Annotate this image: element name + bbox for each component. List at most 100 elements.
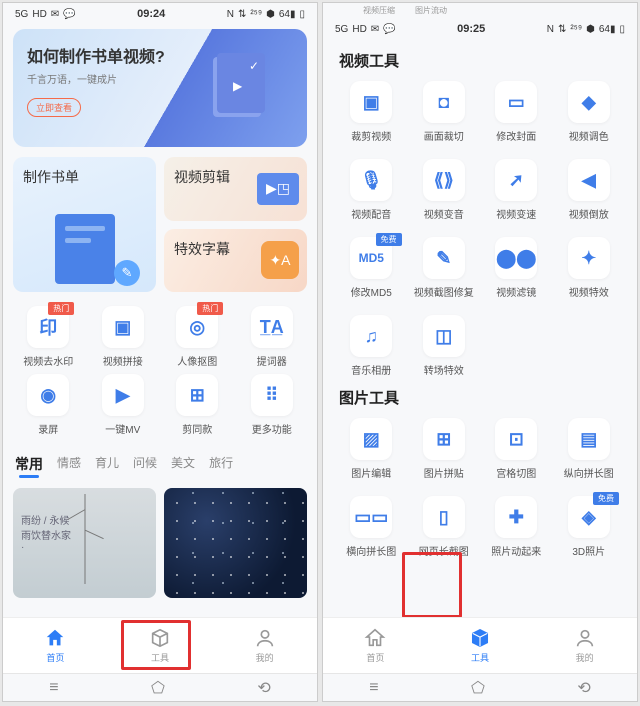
tool-icon: ⬤⬤: [495, 237, 537, 279]
badge: 热门: [48, 302, 74, 315]
video-tool-4[interactable]: 🎙视频配音: [337, 159, 406, 221]
template-card-2[interactable]: [164, 488, 307, 598]
screen-home: 5GHD ✉💬 09:24 N⇅ ²⁵⁹⬢ 64▮▯ 如何制作书单视频? 千言万…: [2, 2, 318, 702]
home-icon: [364, 627, 386, 649]
card-video-edit[interactable]: 视频剪辑 ▶◳: [164, 157, 307, 221]
image-tool-4[interactable]: ▭▭ 横向拼长图: [337, 496, 406, 558]
image-tool-2[interactable]: ⊡宫格切图: [482, 418, 551, 480]
home-tool-3[interactable]: T̲A̲提词器: [237, 306, 308, 368]
card-label: 制作书单: [23, 169, 79, 185]
hero-banner[interactable]: 如何制作书单视频? 千言万语，一键成片 立即查看: [13, 29, 307, 147]
template-card-1[interactable]: 雨纷 / 永候 雨饮替水家 ·: [13, 488, 156, 598]
home-tool-2[interactable]: 热门◎人像抠图: [162, 306, 233, 368]
nav-label: 我的: [576, 651, 594, 664]
home-tool-4[interactable]: ◉ 录屏: [13, 374, 84, 436]
person-icon: [574, 627, 596, 649]
home-icon[interactable]: ⬠: [151, 678, 165, 698]
home-tool-5[interactable]: ▶一键MV: [88, 374, 159, 436]
video-tool-2[interactable]: ▭修改封面: [482, 81, 551, 143]
tool-icon: ▨: [350, 418, 392, 460]
tool-label: 人像抠图: [177, 353, 217, 368]
tool-label: 视频去水印: [23, 353, 73, 368]
home-tool-6[interactable]: ⊞剪同款: [162, 374, 233, 436]
tool-icon: ▯: [423, 496, 465, 538]
system-nav: ≡ ⬠ ⟲: [3, 673, 317, 701]
video-tool-3[interactable]: ◆ 视频调色: [555, 81, 624, 143]
tool-label: 画面裁切: [424, 128, 464, 143]
nav-mine[interactable]: 我的: [254, 627, 276, 664]
tool-label: 图片编辑: [351, 465, 391, 480]
tool-icon: 🎙: [350, 159, 392, 201]
image-tool-0[interactable]: ▨ 图片编辑: [337, 418, 406, 480]
tool-label: 转场特效: [424, 362, 464, 377]
home-tool-0[interactable]: 热门印视频去水印: [13, 306, 84, 368]
video-tool-7[interactable]: ◀视频倒放: [555, 159, 624, 221]
tab-4[interactable]: 美文: [171, 454, 195, 478]
video-tool-5[interactable]: ⟪⟫视频变音: [410, 159, 479, 221]
tab-2[interactable]: 育儿: [95, 454, 119, 478]
nav-label: 首页: [366, 651, 384, 664]
cube-icon: [469, 627, 491, 649]
home-tool-1[interactable]: ▣视频拼接: [88, 306, 159, 368]
menu-icon[interactable]: ≡: [369, 679, 378, 697]
image-tool-1[interactable]: ⊞图片拼贴: [410, 418, 479, 480]
tool-label: 裁剪视频: [351, 128, 391, 143]
video-tool-11[interactable]: ✦视频特效: [555, 237, 624, 299]
tool-label: 宫格切图: [496, 465, 536, 480]
menu-icon[interactable]: ≡: [49, 679, 58, 697]
tab-0[interactable]: 常用: [15, 454, 43, 478]
image-tool-6[interactable]: ✚照片动起来: [482, 496, 551, 558]
video-tool-6[interactable]: ➚视频变速: [482, 159, 551, 221]
tool-label: 横向拼长图: [346, 543, 396, 558]
tool-icon: ▭▭: [350, 496, 392, 538]
tool-icon: ⊞: [176, 374, 218, 416]
video-tools-grid: ▣裁剪视频◘画面裁切▭修改封面 ◆ 视频调色 🎙视频配音⟪⟫视频变音➚视频变速◀视频倒…: [337, 81, 623, 377]
highlight-box: [121, 620, 191, 670]
home-icon[interactable]: ⬠: [471, 678, 485, 698]
card-make-booklist[interactable]: 制作书单 ✎: [13, 157, 156, 292]
image-tool-5[interactable]: ▯网页长截图: [410, 496, 479, 558]
back-icon[interactable]: ⟲: [257, 678, 270, 698]
nav-home[interactable]: 首页: [364, 627, 386, 664]
video-tool-13[interactable]: ◫转场特效: [410, 315, 479, 377]
video-tool-0[interactable]: ▣裁剪视频: [337, 81, 406, 143]
video-tool-9[interactable]: ✎视频截图修复: [410, 237, 479, 299]
video-tool-1[interactable]: ◘画面裁切: [410, 81, 479, 143]
tool-icon: ⠿: [251, 374, 293, 416]
nav-tools[interactable]: 工具: [469, 627, 491, 664]
doc-icon: [55, 214, 115, 284]
video-tool-8[interactable]: 免费MD5修改MD5: [337, 237, 406, 299]
tag: 图片流动: [415, 5, 447, 16]
video-tool-10[interactable]: ⬤⬤视频滤镜: [482, 237, 551, 299]
nav-mine[interactable]: 我的: [574, 627, 596, 664]
tab-1[interactable]: 情感: [57, 454, 81, 478]
hero-illustration: [197, 53, 287, 123]
tool-label: 更多功能: [252, 421, 292, 436]
status-bar: 5GHD ✉💬 09:24 N⇅ ²⁵⁹⬢ 64▮▯: [3, 3, 317, 25]
back-icon[interactable]: ⟲: [577, 678, 590, 698]
nav-label: 工具: [471, 651, 489, 664]
nav-home[interactable]: 首页: [44, 627, 66, 664]
system-nav: ≡ ⬠ ⟲: [323, 673, 637, 701]
tool-icon: ◀: [568, 159, 610, 201]
tab-5[interactable]: 旅行: [209, 454, 233, 478]
tools-content: 视频工具 ▣裁剪视频◘画面裁切▭修改封面◆视频调色🎙视频配音⟪⟫视频变音➚视频变…: [323, 40, 637, 617]
home-tool-7[interactable]: ⠿ 更多功能: [237, 374, 308, 436]
tool-label: 一键MV: [105, 421, 140, 436]
status-right: N⇅ ²⁵⁹⬢ 64▮▯: [547, 24, 625, 35]
highlight-box: [402, 552, 462, 617]
tab-3[interactable]: 问候: [133, 454, 157, 478]
image-tool-3[interactable]: ▤纵向拼长图: [555, 418, 624, 480]
tool-label: 视频截图修复: [414, 284, 474, 299]
tool-icon: ◆: [568, 81, 610, 123]
badge: 热门: [197, 302, 223, 315]
tool-label: 视频调色: [569, 128, 609, 143]
status-left: 5GHD ✉💬: [15, 9, 76, 20]
card-effects-subtitle[interactable]: 特效字幕 ✦A: [164, 229, 307, 293]
tool-icon: ◉: [27, 374, 69, 416]
card-label: 特效字幕: [174, 241, 230, 257]
hero-cta-button[interactable]: 立即查看: [27, 98, 81, 117]
image-tool-7[interactable]: 免费◈3D照片: [555, 496, 624, 558]
tool-label: 录屏: [38, 421, 58, 436]
video-tool-12[interactable]: ♫音乐相册: [337, 315, 406, 377]
